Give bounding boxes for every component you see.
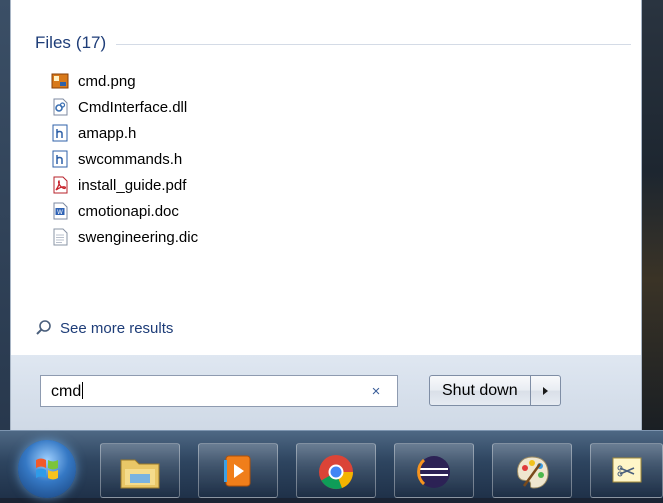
list-item[interactable]: swengineering.dic: [51, 224, 451, 250]
file-name: cmotionapi.doc: [78, 202, 179, 220]
list-item[interactable]: W cmotionapi.doc: [51, 198, 451, 224]
taskbar: [0, 430, 663, 498]
text-file-icon: [51, 228, 69, 246]
eclipse-icon: [417, 456, 450, 488]
list-item[interactable]: swcommands.h: [51, 146, 451, 172]
image-file-icon: [51, 72, 69, 90]
list-item[interactable]: cmd.png: [51, 68, 451, 94]
search-input-value[interactable]: cmd: [41, 382, 367, 401]
taskbar-snipping-tool[interactable]: [590, 443, 663, 498]
start-button[interactable]: [18, 440, 76, 498]
file-name: install_guide.pdf: [78, 176, 187, 194]
file-name: swengineering.dic: [78, 228, 199, 246]
start-menu: Files (17) cmd.png CmdInterface.dll amap…: [0, 0, 642, 430]
snipping-tool-icon: [612, 457, 641, 483]
taskbar-windows-explorer[interactable]: [100, 443, 180, 498]
files-group-title: Files: [35, 33, 71, 52]
search-results-panel: Files (17) cmd.png CmdInterface.dll amap…: [10, 0, 642, 356]
files-group-header[interactable]: Files (17): [35, 32, 631, 54]
folder-icon: [120, 459, 160, 489]
pdf-file-icon: [51, 176, 69, 194]
start-menu-bottom-bar: cmd × Shut down: [10, 355, 642, 430]
see-more-label: See more results: [60, 319, 174, 337]
see-more-results-link[interactable]: See more results: [35, 319, 173, 337]
windows-logo-icon: [36, 458, 58, 480]
file-name: cmd.png: [78, 72, 136, 90]
shutdown-control: Shut down: [429, 375, 561, 406]
chrome-icon: [319, 455, 354, 490]
desktop-background: [640, 0, 663, 430]
file-name: swcommands.h: [78, 150, 183, 168]
file-results-list: cmd.png CmdInterface.dll amapp.h swcomma…: [51, 68, 451, 250]
search-icon: [36, 320, 51, 335]
taskbar-chrome[interactable]: [296, 443, 376, 498]
search-input[interactable]: cmd ×: [40, 375, 398, 407]
svg-text:W: W: [57, 209, 63, 216]
dll-file-icon: [51, 98, 69, 116]
file-name: amapp.h: [78, 124, 137, 142]
chevron-right-icon: [543, 386, 549, 395]
paint-palette-icon: [517, 456, 549, 489]
shutdown-options-button[interactable]: [530, 375, 561, 406]
list-item[interactable]: install_guide.pdf: [51, 172, 451, 198]
taskbar-media-player[interactable]: [198, 443, 278, 498]
media-player-icon: [224, 455, 251, 487]
taskbar-paint[interactable]: [492, 443, 572, 498]
divider: [116, 43, 631, 45]
header-file-icon: [51, 150, 69, 168]
file-name: CmdInterface.dll: [78, 98, 188, 116]
list-item[interactable]: CmdInterface.dll: [51, 94, 451, 120]
taskbar-eclipse[interactable]: [394, 443, 474, 498]
word-doc-icon: W: [51, 202, 69, 220]
files-group-count: (17): [75, 33, 107, 52]
header-file-icon: [51, 124, 69, 142]
shut-down-button[interactable]: Shut down: [429, 375, 531, 406]
clear-search-button[interactable]: ×: [367, 383, 385, 400]
list-item[interactable]: amapp.h: [51, 120, 451, 146]
